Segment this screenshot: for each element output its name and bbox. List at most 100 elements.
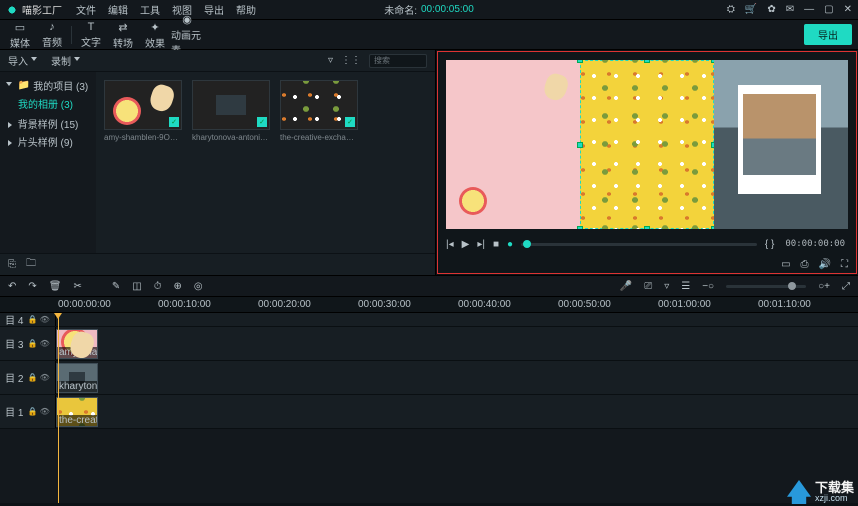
tab-effects[interactable]: ✦效果 [139,21,171,49]
cart-icon[interactable]: 🛒 [745,4,757,15]
media-item[interactable]: ✓ amy-shamblen-9OR92hI6F [104,80,182,142]
check-icon: ✓ [345,117,355,127]
timeline-clip[interactable]: the-creat [56,397,98,427]
preview-layer-2-selected[interactable] [580,60,714,229]
resize-handle[interactable] [577,226,583,229]
menu-tools[interactable]: 工具 [140,2,160,17]
preview-canvas[interactable] [446,60,848,229]
clip-label: amy-sham [57,347,97,358]
progress-bar[interactable] [521,243,757,246]
app-logo-icon [6,4,18,16]
check-icon: ✓ [169,117,179,127]
track-body[interactable]: kharyton [56,361,858,394]
tree-item-label: 背景样例 (15) [18,120,79,131]
media-grid: ✓ amy-shamblen-9OR92hI6F ✓ kharytonova-a… [96,72,435,253]
timeline-clip[interactable]: kharyton [56,363,98,393]
main-menu: 文件 编辑 工具 视图 导出 帮助 [76,2,256,17]
menu-export[interactable]: 导出 [204,2,224,17]
record-button[interactable]: 录制 [51,53,80,68]
resize-handle[interactable] [644,226,650,229]
export-button[interactable]: 导出 [804,24,852,45]
track-head[interactable]: 目 2 🔒 👁 [0,361,56,394]
redo-button[interactable]: ↷ [28,281,36,292]
step-controls[interactable]: { } [765,239,774,250]
play-button[interactable]: ▶ [462,239,470,250]
zoom-slider[interactable] [726,285,806,288]
undo-button[interactable]: ↶ [8,281,16,292]
track-body[interactable]: the-creat [56,395,858,428]
stop-button[interactable]: ■ [493,239,499,250]
preview-layer-1[interactable] [446,60,580,229]
speed-button[interactable]: ⏱ [154,281,162,292]
volume-icon[interactable]: 🔊 [819,259,831,270]
window-controls: ⛭ 🛒 ✿ ✉ — ▢ ✕ [727,4,852,15]
account-icon[interactable]: ⛭ [727,4,735,15]
search-input[interactable]: 搜索 [369,54,427,68]
menu-edit[interactable]: 编辑 [108,2,128,17]
sort-icon[interactable]: ⋮⋮ [341,55,361,66]
fit-icon[interactable]: ⤢ [842,281,850,292]
resize-handle[interactable] [577,142,583,148]
tab-media[interactable]: ▭媒体 [4,21,36,49]
tab-audio[interactable]: ♪音频 [36,21,68,49]
track-head[interactable]: 目 1 🔒 👁 [0,395,56,428]
tab-elements[interactable]: ◉动画元素 [171,21,203,49]
minimize-icon[interactable]: — [804,4,814,15]
menu-file[interactable]: 文件 [76,2,96,17]
mic-icon[interactable]: 🎤 [620,281,632,292]
delete-button[interactable]: 🗑 [49,281,62,292]
progress-handle[interactable] [523,240,531,248]
edit-button[interactable]: ✎ [112,281,120,292]
thumbnail: ✓ [280,80,358,130]
track-body[interactable] [56,313,858,326]
prev-frame-button[interactable]: |◂ [446,239,454,250]
timeline-tracks: 目 4 🔒 👁 目 3 🔒 👁 amy-sham 目 2 🔒 👁 kharyto… [0,313,858,503]
track-label: 目 3 [5,336,23,351]
split-button[interactable]: ✂ [73,281,81,292]
filter-icon[interactable]: ▿ [328,55,333,66]
tree-item-bg[interactable]: 背景样例 (15) [6,116,90,131]
thumbnail: ✓ [104,80,182,130]
preview-layer-3[interactable] [714,60,848,229]
text-icon: T [88,21,95,33]
playhead[interactable] [58,313,59,503]
zoom-out-icon[interactable]: −○ [702,281,714,292]
tab-label: 媒体 [10,35,30,50]
tree-album[interactable]: 我的相册 (3) [6,96,90,111]
mixer-icon[interactable]: ⎚ [644,281,652,292]
mail-icon[interactable]: ✉ [786,4,794,15]
tree-item-intro[interactable]: 片头样例 (9) [6,134,90,149]
tab-text[interactable]: T文字 [75,21,107,49]
fullscreen-icon[interactable]: ⛶ [841,259,848,270]
crop-button[interactable]: ◫ [132,281,141,292]
track-head[interactable]: 目 4 🔒 👁 [0,313,56,326]
resize-handle[interactable] [644,60,650,63]
close-icon[interactable]: ✕ [844,4,852,15]
import-button[interactable]: 导入 [8,53,37,68]
folder-icon[interactable]: 🗀 [26,256,36,273]
zoom-handle[interactable] [788,282,796,290]
media-item[interactable]: ✓ kharytonova-antonina-FC [192,80,270,142]
next-frame-button[interactable]: ▸| [477,239,485,250]
settings-icon[interactable]: ☰ [681,281,690,292]
timeline-clip[interactable]: amy-sham [56,329,98,359]
green-screen-button[interactable]: ◎ [194,281,203,292]
marker-icon[interactable]: ▿ [664,281,669,292]
notify-icon[interactable]: ✿ [767,4,775,15]
resize-handle[interactable] [577,60,583,63]
snapshot-icon[interactable]: ⎙ [801,259,809,270]
track-body[interactable]: amy-sham [56,327,858,360]
title-duration: 00:00:05:00 [421,4,474,15]
tree-root[interactable]: 📁 我的项目 (3) [6,78,90,93]
quality-icon[interactable]: ▭ [781,259,790,270]
tab-transition[interactable]: ⇄转场 [107,21,139,49]
timeline-ruler[interactable]: 00:00:00:00 00:00:10:00 00:00:20:00 00:0… [0,297,858,313]
maximize-icon[interactable]: ▢ [824,4,833,15]
menu-help[interactable]: 帮助 [236,2,256,17]
loop-button[interactable]: ● [507,239,513,250]
media-item[interactable]: ✓ the-creative-exchange-x [280,80,358,142]
new-folder-icon[interactable]: ⎘ [8,259,16,270]
track-head[interactable]: 目 3 🔒 👁 [0,327,56,360]
zoom-in-icon[interactable]: ○+ [818,281,830,292]
color-button[interactable]: ⊕ [174,281,182,292]
